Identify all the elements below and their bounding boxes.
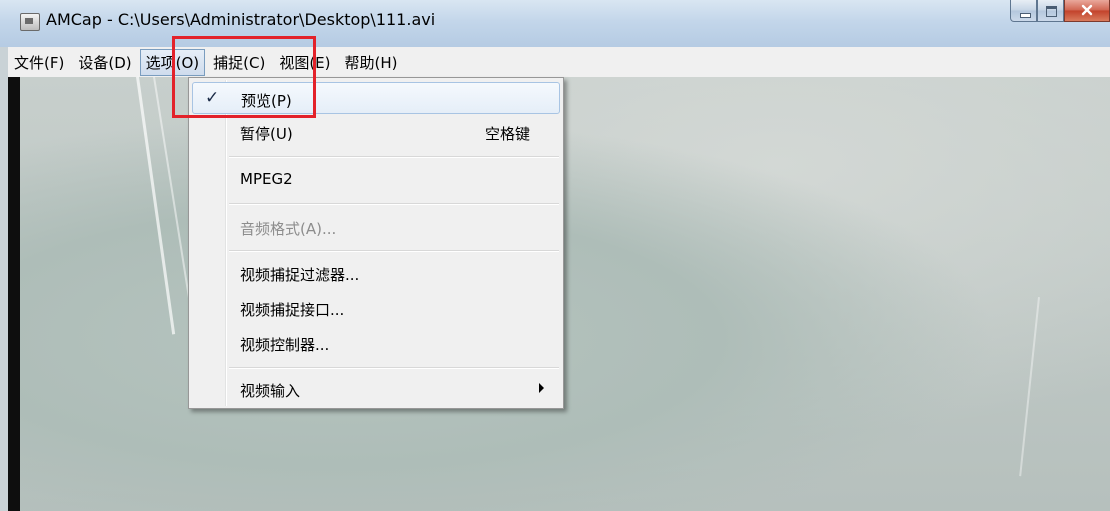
video-glare-streak — [1019, 297, 1040, 477]
options-dropdown-menu: ✓ 预览(P) 暂停(U) 空格键 MPEG2 音频格式(A)... 视频捕捉过… — [188, 77, 564, 409]
video-glare-streak — [136, 76, 176, 335]
video-left-border — [8, 77, 20, 511]
menu-help[interactable]: 帮助(H) — [339, 49, 404, 76]
window-title: AMCap - C:\Users\Administrator\Desktop\1… — [46, 10, 436, 29]
close-icon — [1081, 4, 1093, 16]
menu-file[interactable]: 文件(F) — [8, 49, 70, 76]
menu-item-video-capture-filter[interactable]: 视频捕捉过滤器... — [192, 257, 560, 289]
menu-item-video-input[interactable]: 视频输入 — [192, 373, 560, 405]
menu-item-video-capture-pin[interactable]: 视频捕捉接口... — [192, 292, 560, 324]
menu-item-video-controller[interactable]: 视频控制器... — [192, 327, 560, 359]
title-bar[interactable]: AMCap - C:\Users\Administrator\Desktop\1… — [0, 0, 1110, 47]
menu-item-pause[interactable]: 暂停(U) 空格键 — [192, 116, 560, 148]
menu-item-audio-format: 音频格式(A)... — [192, 211, 560, 243]
menu-item-label: 视频捕捉过滤器... — [240, 266, 360, 284]
menu-item-mpeg2[interactable]: MPEG2 — [192, 163, 560, 195]
menu-item-label: 视频捕捉接口... — [240, 301, 345, 319]
amcap-window: AMCap - C:\Users\Administrator\Desktop\1… — [0, 0, 1110, 511]
close-button[interactable] — [1064, 0, 1110, 22]
annotation-highlight-box — [172, 36, 316, 118]
minimize-button[interactable] — [1010, 0, 1037, 22]
menu-item-label: MPEG2 — [240, 170, 293, 188]
menu-item-label: 音频格式(A)... — [240, 220, 337, 238]
menu-device[interactable]: 设备(D) — [72, 49, 137, 76]
menu-item-label: 视频控制器... — [240, 336, 330, 354]
menu-item-shortcut: 空格键 — [484, 125, 530, 143]
menu-separator — [229, 250, 559, 252]
menu-item-label: 暂停(U) — [240, 125, 293, 143]
submenu-arrow-icon — [539, 383, 544, 393]
amcap-app-icon[interactable] — [20, 13, 40, 31]
maximize-button[interactable] — [1037, 0, 1064, 22]
window-controls — [1010, 0, 1110, 24]
menu-separator — [229, 156, 559, 158]
menu-item-label: 视频输入 — [240, 382, 301, 400]
menu-separator — [229, 203, 559, 205]
menu-separator — [229, 367, 559, 369]
